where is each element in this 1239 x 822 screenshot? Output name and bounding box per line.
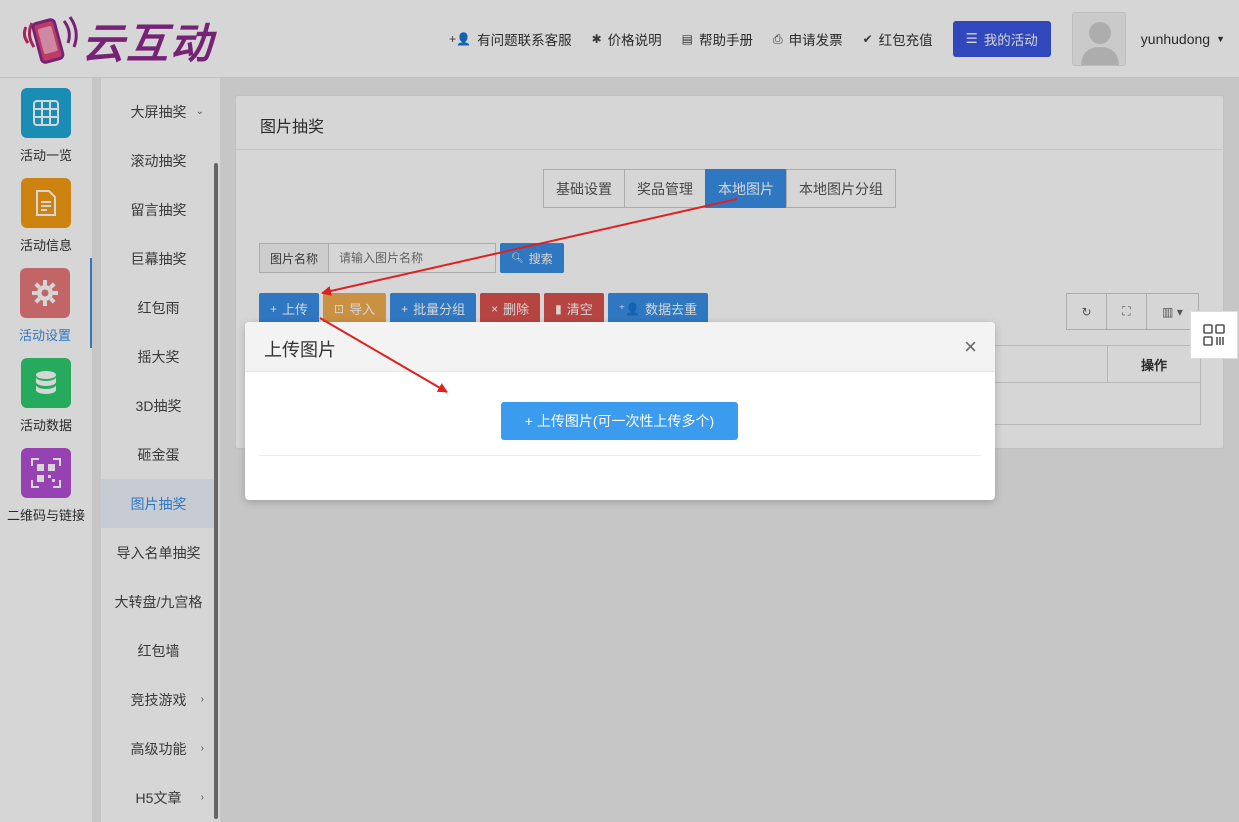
close-icon[interactable]: × — [964, 334, 977, 360]
floating-qrcode-button[interactable] — [1190, 311, 1238, 359]
upload-image-modal: 上传图片 × + 上传图片(可一次性上传多个) — [245, 322, 995, 500]
qrcode-icon — [1203, 324, 1225, 346]
modal-title: 上传图片 — [264, 340, 336, 360]
upload-images-button[interactable]: + 上传图片(可一次性上传多个) — [501, 402, 738, 440]
divider — [259, 455, 981, 456]
modal-header: 上传图片 × — [245, 322, 995, 372]
